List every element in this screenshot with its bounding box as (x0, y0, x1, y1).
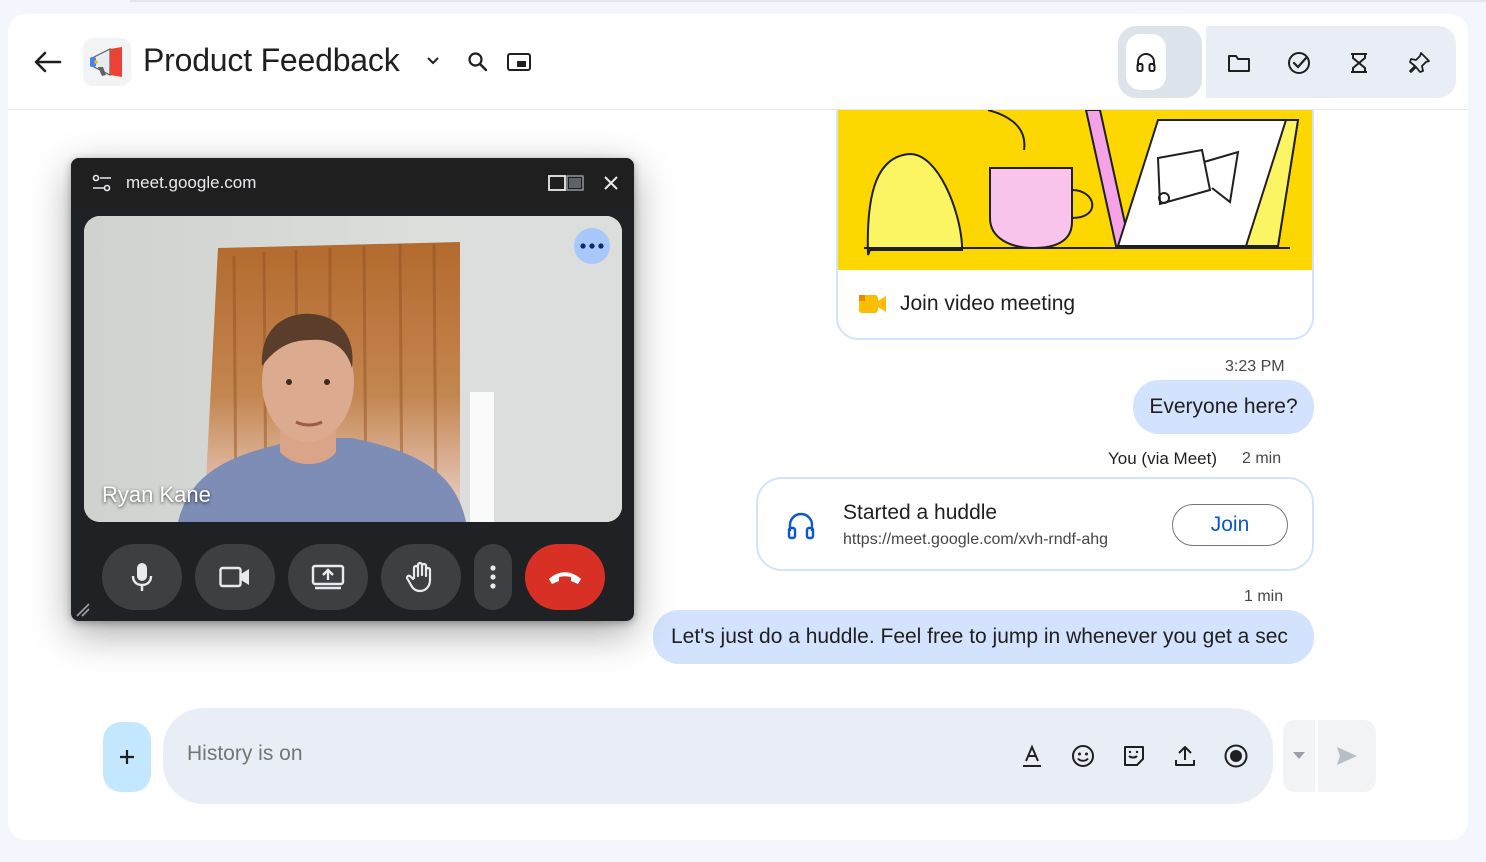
huddle-button[interactable] (1126, 34, 1166, 90)
add-attachment-button[interactable] (103, 722, 151, 792)
meet-pip-window[interactable]: meet.google.com Ryan Kane (71, 158, 634, 621)
huddle-card: Started a huddle https://meet.google.com… (756, 477, 1314, 571)
message-timestamp: 1 min (1244, 588, 1284, 605)
format-text-icon[interactable] (1018, 742, 1046, 770)
message-timestamp: 2 min (1242, 450, 1282, 467)
pin-icon[interactable] (1406, 50, 1432, 76)
message-bubble: Let's just do a huddle. Feel free to jum… (653, 610, 1314, 664)
more-vertical-icon (490, 565, 496, 589)
huddle-toggle[interactable] (1118, 26, 1202, 98)
tasks-check-icon[interactable] (1286, 50, 1312, 76)
camera-icon (219, 566, 249, 588)
search-icon[interactable] (466, 50, 490, 74)
back-arrow-icon[interactable] (32, 50, 62, 74)
present-screen-icon (311, 564, 345, 590)
headphones-icon (1136, 53, 1156, 72)
close-icon[interactable] (604, 176, 618, 190)
raise-hand-button[interactable] (381, 544, 461, 610)
folder-icon[interactable] (1226, 50, 1252, 76)
camera-button[interactable] (195, 544, 275, 610)
message-timestamp: 3:23 PM (1225, 358, 1285, 375)
microphone-icon (131, 563, 153, 591)
message-composer (163, 708, 1273, 804)
headphones-icon (787, 512, 815, 540)
site-settings-icon[interactable] (91, 174, 113, 192)
participant-video-feed (84, 216, 622, 522)
upload-icon[interactable] (1171, 742, 1199, 770)
resize-handle-icon[interactable] (75, 602, 91, 618)
participant-options-button[interactable] (574, 228, 610, 264)
message-input[interactable] (187, 742, 787, 766)
picture-in-picture-icon[interactable] (506, 50, 532, 74)
space-title[interactable]: Product Feedback (143, 42, 400, 79)
pip-title-bar: meet.google.com (71, 158, 634, 208)
microphone-button[interactable] (102, 544, 182, 610)
message-sender: You (via Meet) (1108, 449, 1217, 468)
sticker-icon[interactable] (1120, 742, 1148, 770)
join-huddle-button[interactable]: Join (1172, 504, 1288, 546)
emoji-icon[interactable] (1069, 742, 1097, 770)
space-avatar (83, 38, 131, 86)
huddle-url[interactable]: https://meet.google.com/xvh-rndf-ahg (843, 531, 1108, 549)
present-screen-button[interactable] (288, 544, 368, 610)
caret-down-icon (1293, 752, 1305, 759)
record-icon[interactable] (1222, 742, 1250, 770)
pip-url: meet.google.com (126, 173, 257, 192)
meeting-illustration (838, 110, 1312, 270)
huddle-title: Started a huddle (843, 501, 998, 524)
workflow-icon[interactable] (1346, 50, 1372, 76)
video-meeting-card: Join video meeting (836, 110, 1314, 340)
leave-call-button[interactable] (525, 544, 605, 610)
raise-hand-icon (406, 561, 432, 593)
browser-top-strip (130, 0, 1486, 2)
back-to-tab-icon[interactable] (547, 174, 585, 192)
more-options-button[interactable] (474, 544, 512, 610)
chevron-down-icon[interactable] (426, 56, 440, 66)
participant-name: Ryan Kane (102, 482, 211, 507)
plus-icon (120, 750, 134, 764)
participant-video: Ryan Kane (84, 216, 622, 522)
join-video-meeting-link[interactable]: Join video meeting (900, 292, 1075, 316)
send-icon (1337, 747, 1357, 765)
send-button[interactable] (1318, 720, 1376, 792)
meet-video-icon (859, 295, 886, 313)
message-bubble: Everyone here? (1133, 380, 1314, 434)
hang-up-icon (549, 572, 581, 584)
space-tools (1206, 26, 1456, 98)
more-horizontal-icon (580, 243, 604, 249)
space-header: Product Feedback (8, 14, 1468, 110)
megaphone-icon (90, 47, 122, 77)
send-options-button[interactable] (1283, 720, 1315, 792)
